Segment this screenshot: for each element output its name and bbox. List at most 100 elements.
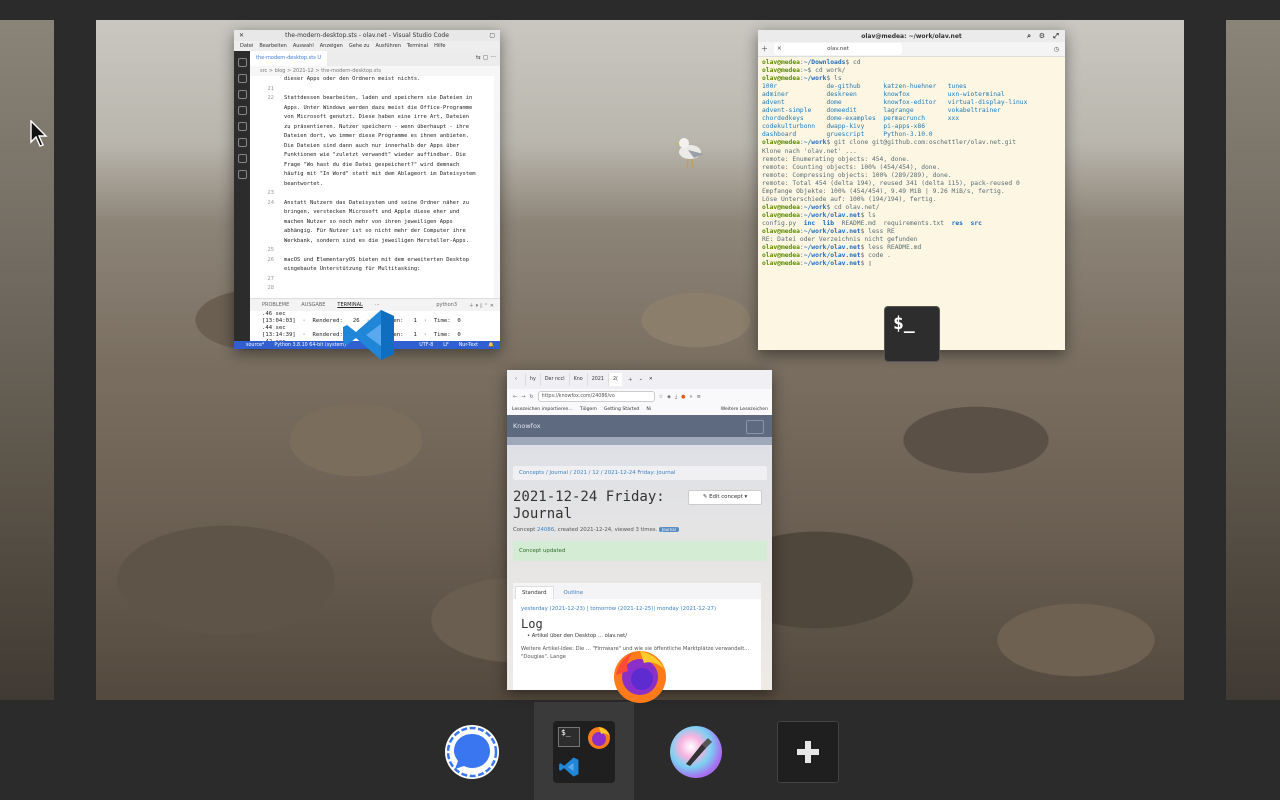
search-icon[interactable]: ⌕ [1027, 32, 1031, 41]
menu-item[interactable]: Bearbeiten [259, 43, 286, 49]
status-python[interactable]: Python 3.8.10 64-bit (system) [274, 343, 346, 348]
browser-tab-active[interactable]: 2( [607, 373, 622, 386]
day-navigation-links[interactable]: yesterday (2021-12-23) | tomorrow (2021-… [513, 599, 761, 613]
color-picker-app-icon[interactable] [668, 724, 724, 780]
editor-tab[interactable]: the-modern-desktop.sts U [250, 51, 328, 66]
terminal-app-icon[interactable]: $_ [884, 306, 940, 362]
site-name[interactable]: Knowfox [513, 422, 541, 430]
bookmark-item[interactable]: Lesezeichen importieren... [512, 407, 573, 412]
menu-item[interactable]: Anzeigen [320, 43, 343, 49]
maximize-icon[interactable]: ▢ [489, 32, 495, 39]
terminal-text-segment: advent-simple domeedit lagrange vokabelt… [762, 107, 1001, 115]
bookmark-item[interactable]: Weitere Lesezeichen [721, 407, 768, 412]
terminal-window[interactable]: olav@medea: ~/work/olav.net ⌕ ⚙ ⤢ ＋ ✕ ol… [758, 30, 1065, 350]
terminal-tab[interactable]: ✕ olav.net [774, 43, 902, 55]
breadcrumb[interactable]: src > blog > 2021-12 > the-modern-deskto… [260, 68, 381, 74]
terminal-prompt-text: $_ [893, 313, 915, 334]
bookmark-star-icon[interactable]: ☆ [659, 394, 663, 400]
browser-tab[interactable]: Der nccl [539, 373, 569, 386]
terminal-shell-label[interactable]: python3 [436, 302, 457, 308]
tab-output[interactable]: AUSGABE [301, 302, 325, 308]
vscode-window[interactable]: the-modern-desktop.sts - olav.net - Visu… [234, 30, 500, 349]
code-line: Werkbank, sondern sind es die jeweiligen… [284, 237, 469, 244]
panel-actions-icon[interactable]: ＋ ▾ ▯ ⌃ ✕ [469, 302, 494, 309]
menu-item[interactable]: Auswahl [293, 43, 314, 49]
menu-item[interactable]: Hilfe [434, 43, 445, 49]
remote-icon[interactable] [237, 138, 247, 147]
code-line: Dateien dort, wo immer diese Programme e… [284, 133, 469, 139]
close-icon[interactable]: ✕ [239, 32, 244, 39]
next-workspace-thumbnail[interactable] [1226, 20, 1280, 700]
code-line: häufig mit "In Word" statt mit dem Ablag… [284, 171, 476, 177]
github-icon[interactable] [237, 170, 247, 179]
overflow-icon[interactable]: » [690, 394, 693, 400]
terminal-line: remote: Enumerating objects: 454, done. [762, 156, 1061, 164]
close-icon[interactable]: ✕ [649, 377, 653, 382]
run-icon[interactable] [237, 106, 247, 115]
terminal-text-segment: codekulturbonn dwapp-kivy pi-apps-x86 [762, 123, 926, 131]
tab-close-icon[interactable]: ✕ [777, 43, 782, 55]
menu-icon[interactable]: ≡ [697, 394, 701, 400]
firefox-app-icon[interactable] [610, 645, 670, 705]
terminal-output[interactable]: olav@medea:~/Downloads$ cd olav@medea:~$ … [758, 57, 1065, 270]
source-control-icon[interactable] [237, 90, 247, 99]
tab-standard[interactable]: Standard [515, 586, 554, 599]
menu-item[interactable]: Gehe zu [349, 43, 370, 49]
extension-icon[interactable]: ● [681, 394, 685, 400]
new-tab-icon[interactable]: ＋ [761, 44, 768, 54]
explorer-icon[interactable] [237, 58, 247, 67]
status-language[interactable]: Nur-Text [459, 343, 478, 348]
add-workspace-button[interactable] [777, 721, 839, 783]
breadcrumb[interactable]: Concepts / Journal / 2021 / 12 / 2021-12… [513, 466, 767, 480]
search-icon[interactable] [237, 74, 247, 83]
code-editor[interactable]: dieser Apps oder den Ordnern meist nicht… [250, 76, 494, 298]
menu-item[interactable]: Ausführen [375, 43, 400, 49]
terminal-line: olav@medea:~/work/olav.net$ less README.… [762, 244, 1061, 252]
terminal-titlebar[interactable]: olav@medea: ~/work/olav.net ⌕ ⚙ ⤢ [758, 30, 1065, 42]
tabs-menu-icon[interactable]: ⌄ [639, 377, 643, 382]
testing-icon[interactable] [237, 154, 247, 163]
back-icon[interactable]: ← [513, 394, 517, 400]
forward-icon[interactable]: → [521, 394, 525, 400]
bookmark-item[interactable]: Tiögem [580, 407, 597, 412]
signal-app-icon[interactable] [444, 724, 500, 780]
chevron-down-icon[interactable]: ▾ [744, 494, 747, 500]
status-eol[interactable]: LF [443, 343, 448, 348]
notifications-icon[interactable]: 🔔 [488, 343, 494, 348]
status-branch[interactable]: source* [246, 343, 264, 348]
menu-item[interactable]: Datei [240, 43, 253, 49]
tab-list-icon[interactable]: ‹ [507, 377, 525, 382]
bookmark-item[interactable]: Ni [646, 407, 651, 412]
gear-icon[interactable]: ⚙ [1039, 32, 1045, 40]
status-encoding[interactable]: UTF-8 [419, 343, 433, 348]
current-workspace-dock-item[interactable]: $_ [553, 721, 615, 783]
bookmark-item[interactable]: Getting Started [604, 407, 640, 412]
download-icon[interactable]: ⤓ [675, 394, 677, 400]
history-icon[interactable]: ◷ [1054, 46, 1059, 53]
menu-item[interactable]: Terminal [407, 43, 428, 49]
firefox-window[interactable]: ‹ hy Der nccl Kno 2021 2( ＋ ⌄ ✕ ← → ↻ ht… [507, 370, 772, 690]
edit-concept-button[interactable]: ✎ Edit concept ▾ [688, 490, 762, 505]
concept-id-link[interactable]: 24086 [537, 527, 554, 533]
vscode-titlebar[interactable]: the-modern-desktop.sts - olav.net - Visu… [234, 30, 500, 41]
browser-tab[interactable]: hy [524, 373, 540, 386]
new-tab-icon[interactable]: ＋ [628, 376, 633, 383]
extensions-icon[interactable] [237, 122, 247, 131]
browser-tab[interactable]: 2021 [586, 373, 608, 386]
url-bar[interactable]: https://knowfox.com/24086/vo [537, 391, 655, 402]
editor-actions-icon[interactable]: ⇆ ▢ ··· [476, 54, 496, 61]
browser-tab[interactable]: Kno [568, 373, 587, 386]
tag-badge[interactable]: Journal [659, 527, 679, 532]
window-title: olav@medea: ~/work/olav.net [861, 32, 962, 40]
tab-outline[interactable]: Outline [558, 587, 590, 599]
pocket-icon[interactable]: ◈ [667, 394, 671, 400]
terminal-text-segment: $ less README.md [860, 244, 922, 252]
terminal-text-segment: ~/work/olav.net [803, 260, 861, 268]
maximize-icon[interactable]: ⤢ [1053, 32, 1059, 41]
reload-icon[interactable]: ↻ [529, 394, 533, 400]
success-alert: Concept updated [513, 541, 767, 561]
vscode-app-icon[interactable] [340, 306, 398, 364]
tab-problems[interactable]: PROBLEME [262, 302, 289, 308]
hamburger-menu-icon[interactable] [746, 420, 764, 434]
code-line: beantwortet. [284, 180, 323, 187]
